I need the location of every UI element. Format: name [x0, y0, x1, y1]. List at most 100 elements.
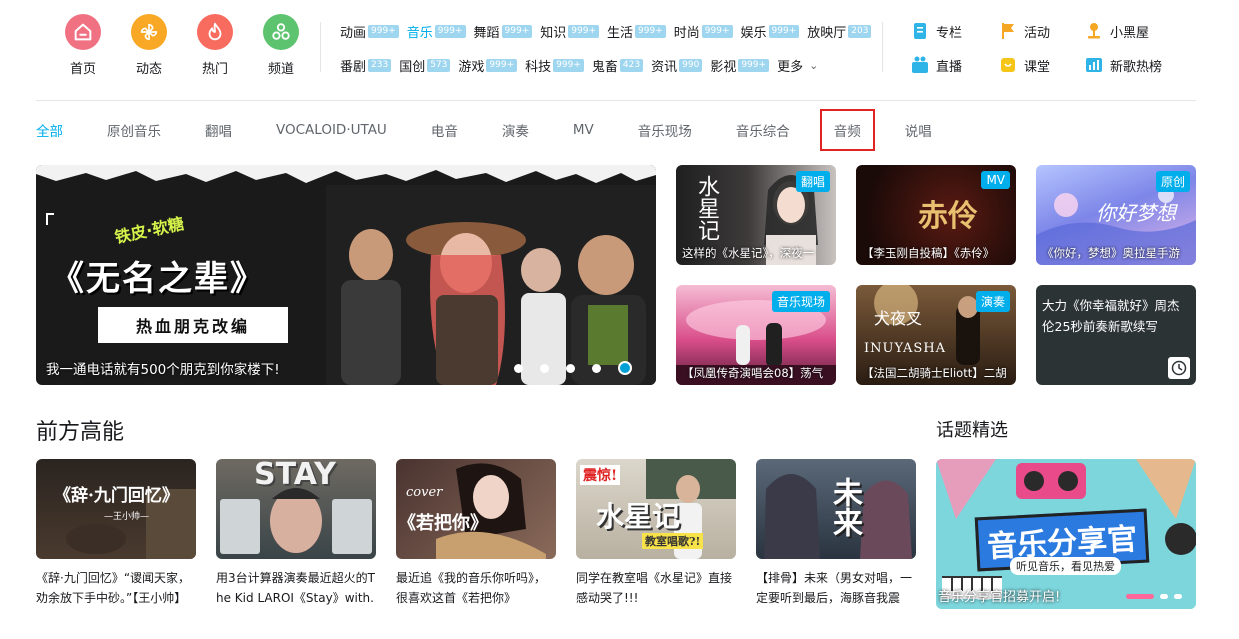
link-column[interactable]: 专栏 [910, 20, 998, 42]
watch-later-icon[interactable] [1168, 357, 1190, 379]
category-news[interactable]: 资讯 990 [651, 56, 703, 75]
video-thumbnail[interactable]: 《辞·九门回忆》 —王小帅— [36, 459, 196, 559]
video-card[interactable]: 震惊! 水星记 教室唱歌?! 同学在教室唱《水星记》直接感动哭了!!! [576, 459, 736, 608]
nav-hot[interactable]: 热门 [182, 14, 248, 77]
top-navigation: 首页 动态 热门 频道 动画 999+ 音乐 999+ 舞蹈 999+ 知识 999 [0, 0, 1239, 100]
tab-vocaloid[interactable]: VOCALOID·UTAU [276, 122, 387, 138]
link-blackroom-label: 小黑屋 [1110, 25, 1150, 41]
category-row-1: 动画 999+ 音乐 999+ 舞蹈 999+ 知识 999+ 生活 999+ 时尚 999… [340, 20, 880, 42]
video-title[interactable]: 同学在教室唱《水星记》直接感动哭了!!! [576, 568, 736, 608]
video-title[interactable]: 【排骨】未来（男女对唱，一定要听到最后，海豚音我震 [756, 568, 916, 608]
tab-music-general[interactable]: 音乐综合 [736, 120, 790, 140]
tab-mv[interactable]: MV [573, 122, 594, 138]
link-classroom[interactable]: 课堂 [998, 54, 1084, 76]
nav-home-label: 首页 [69, 62, 96, 77]
category-music[interactable]: 音乐 999+ [407, 22, 466, 41]
banner-logo: 铁皮·软糖 [113, 213, 186, 248]
category-bangumi[interactable]: 番剧 233 [340, 56, 392, 75]
category-knowledge[interactable]: 知识 999+ [540, 22, 599, 41]
link-hot-songs[interactable]: 新歌热榜 [1084, 54, 1184, 76]
category-entertainment[interactable]: 娱乐 999+ [741, 22, 800, 41]
nav-home[interactable]: 首页 [50, 14, 116, 77]
video-card[interactable]: STAY 用3台计算器演奏最近超火的The Kid LAROI《Stay》wit… [216, 459, 376, 608]
carousel-dot-active[interactable] [1126, 594, 1154, 599]
carousel-dot[interactable] [514, 363, 523, 373]
carousel-dot[interactable] [540, 363, 549, 373]
recommend-card[interactable]: 你好梦想 原创 《你好，梦想》奥拉星手游 [1036, 165, 1196, 265]
header-divider [36, 100, 1196, 101]
video-card[interactable]: 未来 【排骨】未来（男女对唱，一定要听到最后，海豚音我震 [756, 459, 916, 608]
category-guochuang[interactable]: 国创 573 [399, 56, 451, 75]
tab-live[interactable]: 音乐现场 [638, 120, 692, 140]
more-categories-button[interactable]: 更多 ⌄ [777, 56, 818, 75]
video-thumbnail[interactable]: cover 《若把你》 [396, 459, 556, 559]
category-label: 放映厅 [807, 25, 847, 41]
carousel-dot[interactable] [1174, 594, 1182, 599]
tab-cover[interactable]: 翻唱 [205, 120, 232, 140]
live-icon [910, 55, 930, 75]
video-thumbnail[interactable]: 未来 [756, 459, 916, 559]
recommend-card[interactable]: 犬夜叉 INUYASHA 演奏 【法国二胡骑士Eliott】二胡 [856, 285, 1016, 385]
card-title: 《你好，梦想》奥拉星手游 [1042, 246, 1180, 260]
video-card[interactable]: cover 《若把你》 最近追《我的音乐你听吗》，很喜欢这首《若把你》 [396, 459, 556, 608]
card-tag: 音乐现场 [771, 291, 830, 312]
tab-audio[interactable]: 音频 [819, 109, 875, 151]
recommend-card[interactable]: 大力《你幸福就好》周杰伦25秒前奏新歌续写 [1036, 285, 1196, 385]
video-card[interactable]: 《辞·九门回忆》 —王小帅— 《辞·九门回忆》“谡闻天家，劝余放下手中砂。”【王… [36, 459, 196, 608]
more-label: 更多 [777, 59, 804, 75]
card-tag: MV [981, 171, 1010, 189]
category-tech[interactable]: 科技 999+ [525, 56, 584, 75]
tab-rap[interactable]: 说唱 [905, 120, 932, 140]
link-blackroom[interactable]: 小黑屋 [1084, 20, 1184, 42]
tab-all[interactable]: 全部 [36, 120, 63, 140]
flag-icon [998, 21, 1018, 41]
recommend-card[interactable]: 水星记 翻唱 这样的《水星记》，深夜一 [676, 165, 836, 265]
recommend-card[interactable]: 音乐现场 【凤凰传奇演唱会08】荡气 [676, 285, 836, 385]
tab-performance[interactable]: 演奏 [502, 120, 529, 140]
topic-banner[interactable]: 音乐分享官 听见音乐，看见热爱 音乐分享官招募开启! [936, 459, 1196, 609]
category-kichiku[interactable]: 鬼畜 423 [592, 56, 644, 75]
carousel-dot[interactable] [1160, 594, 1168, 599]
card-tag: 演奏 [975, 291, 1010, 312]
card-tag: 原创 [1155, 171, 1190, 192]
topic-indicators [1120, 594, 1182, 599]
carousel-dot[interactable] [592, 363, 601, 373]
category-nav: 动画 999+ 音乐 999+ 舞蹈 999+ 知识 999+ 生活 999+ 时尚 999… [340, 20, 880, 88]
link-activity[interactable]: 活动 [998, 20, 1084, 42]
recommend-card[interactable]: 赤伶 MV 【李玉刚自投稿】《赤伶》 [856, 165, 1016, 265]
category-anime[interactable]: 动画 999+ [340, 22, 399, 41]
nav-channels[interactable]: 频道 [248, 14, 314, 77]
link-classroom-label: 课堂 [1024, 59, 1051, 75]
banner-carousel[interactable]: 铁皮·软糖 《无名之辈》 热血朋克改编 我一通电话就有500个朋克到你家楼下! [36, 165, 656, 385]
count-badge: 999+ [434, 24, 466, 38]
count-badge: 203 [848, 24, 872, 38]
category-label: 资讯 [651, 59, 678, 75]
banner-caption[interactable]: 我一通电话就有500个朋克到你家楼下! [46, 358, 280, 378]
video-title[interactable]: 《辞·九门回忆》“谡闻天家，劝余放下手中砂。”【王小帅】 [36, 568, 196, 608]
category-fashion[interactable]: 时尚 999+ [674, 22, 733, 41]
tab-original-music[interactable]: 原创音乐 [107, 120, 161, 140]
pinwheel-icon [131, 14, 167, 50]
category-cinema[interactable]: 放映厅 203 [807, 22, 872, 41]
category-life[interactable]: 生活 999+ [607, 22, 666, 41]
tab-electronic[interactable]: 电音 [431, 120, 458, 140]
classroom-icon [998, 55, 1018, 75]
category-game[interactable]: 游戏 999+ [458, 56, 518, 75]
video-title[interactable]: 最近追《我的音乐你听吗》，很喜欢这首《若把你》 [396, 568, 556, 608]
card-art-subtext: INUYASHA [864, 341, 947, 356]
thumbnail-tag: 教室唱歌?! [642, 533, 704, 549]
corner-bracket [46, 213, 54, 225]
carousel-dot[interactable] [566, 363, 575, 373]
category-row-2: 番剧 233 国创 573 游戏 999+ 科技 999+ 鬼畜 423 资讯 990 影视… [340, 54, 880, 76]
category-dance[interactable]: 舞蹈 999+ [474, 22, 533, 41]
nav-dynamic[interactable]: 动态 [116, 14, 182, 77]
channels-icon [263, 14, 299, 50]
link-live[interactable]: 直播 [910, 54, 998, 76]
nav-divider [882, 22, 883, 72]
category-film[interactable]: 影视 999+ [710, 56, 770, 75]
video-thumbnail[interactable]: 震惊! 水星记 教室唱歌?! [576, 459, 736, 559]
video-thumbnail[interactable]: STAY [216, 459, 376, 559]
carousel-dot-active[interactable] [618, 361, 632, 375]
thumbnail-subtitle: cover [406, 485, 443, 500]
video-title[interactable]: 用3台计算器演奏最近超火的The Kid LAROI《Stay》with.Ju [216, 568, 376, 608]
